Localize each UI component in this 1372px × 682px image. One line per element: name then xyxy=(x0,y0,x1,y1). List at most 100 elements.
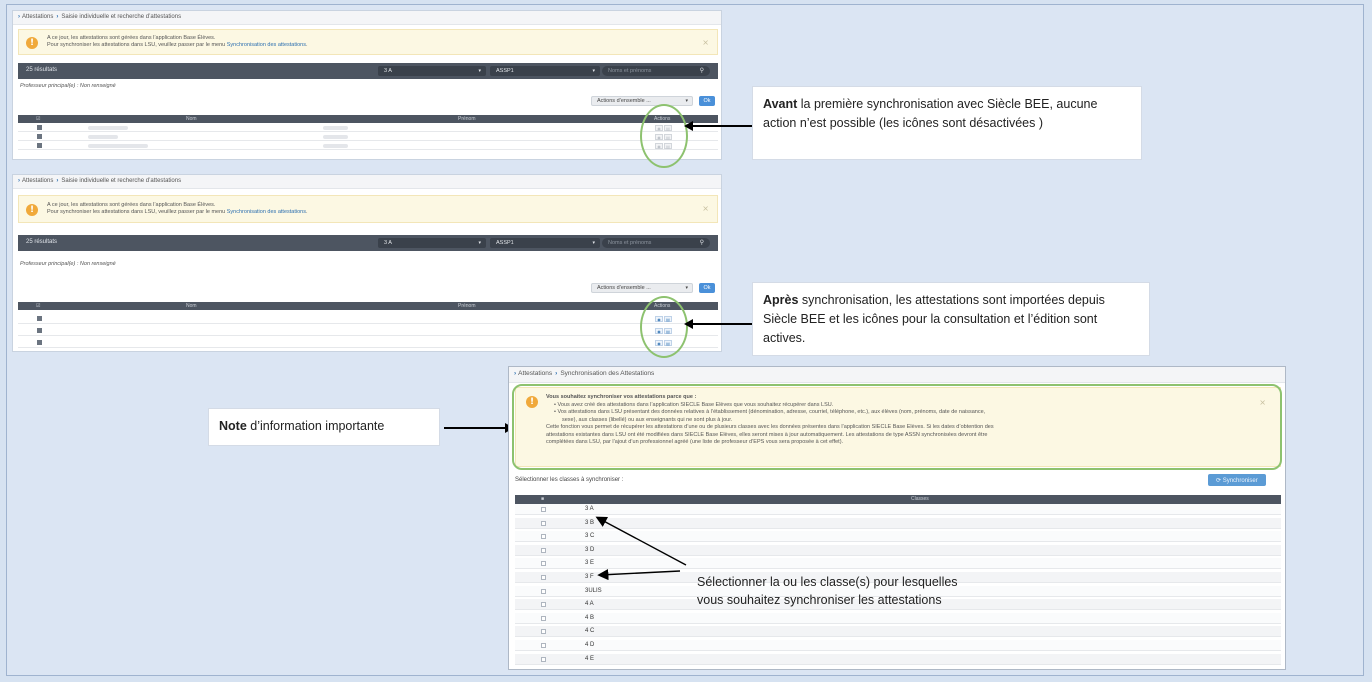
alert-line-2: Pour synchroniser les attestations dans … xyxy=(47,209,226,215)
select-all-checkbox[interactable]: ☑ xyxy=(36,303,40,309)
chevron-right-icon: › xyxy=(18,178,20,184)
class-checkbox[interactable] xyxy=(541,615,546,621)
highlight-box xyxy=(512,384,1282,470)
select-classes-label: Sélectionner les classes à synchroniser … xyxy=(515,477,624,483)
breadcrumb: › Attestations › Synchronisation des Attest… xyxy=(509,367,1285,383)
panel-sync: › Attestations › Synchronisation des Attest… xyxy=(508,366,1286,670)
table-row: ◉ ▤ xyxy=(18,124,718,132)
class-row[interactable]: 4 C xyxy=(515,626,1281,638)
arrow-line xyxy=(692,323,752,325)
breadcrumb-root[interactable]: Attestations xyxy=(22,178,53,184)
results-bar: 25 résultats 3 A ▾ ASSP1 ▾ Noms et prénoms… xyxy=(18,63,718,79)
student-firstname-redacted xyxy=(323,144,348,148)
row-checkbox[interactable] xyxy=(37,316,42,321)
col-prenom: Prénom xyxy=(458,116,476,122)
arrow-line xyxy=(692,125,752,127)
program-select[interactable]: ASSP1 ▾ xyxy=(490,66,600,76)
row-checkbox[interactable] xyxy=(37,328,42,333)
select-note: Sélectionner la ou les classe(s) pour le… xyxy=(697,575,958,607)
chevron-right-icon: › xyxy=(56,14,59,20)
table-row: ◉ ▤ xyxy=(18,337,718,348)
row-checkbox[interactable] xyxy=(37,340,42,345)
search-icon: ⚲ xyxy=(699,239,704,246)
class-row[interactable]: 3 B xyxy=(515,517,1281,529)
breadcrumb-page: Saisie individuelle et recherche d’attes… xyxy=(61,14,182,20)
class-checkbox[interactable] xyxy=(541,575,546,580)
results-count: 25 résultats xyxy=(26,67,58,73)
sync-link[interactable]: Synchronisation des attestations xyxy=(227,42,306,48)
class-row[interactable]: 4 E xyxy=(515,653,1281,665)
class-checkbox[interactable] xyxy=(541,629,546,635)
results-bar: 25 résultats 3 A ▾ ASSP1 ▾ Noms et prénoms… xyxy=(18,235,718,251)
select-all-checkbox[interactable]: ☑ xyxy=(36,116,40,122)
class-row[interactable]: 3 C xyxy=(515,531,1281,543)
classes-table-header: ■ Classes xyxy=(515,495,1281,504)
info-alert: ! A ce jour, les attestations sont gérée… xyxy=(18,195,718,223)
search-input[interactable]: Noms et prénoms ⚲ xyxy=(602,238,710,248)
note-label: Note d’information importante xyxy=(208,408,440,446)
class-checkbox[interactable] xyxy=(541,561,546,567)
class-row[interactable]: 3 E xyxy=(515,558,1281,570)
student-firstname-redacted xyxy=(323,126,348,130)
chevron-right-icon: › xyxy=(555,370,558,377)
close-icon[interactable]: × xyxy=(702,38,709,47)
row-checkbox[interactable] xyxy=(37,134,42,139)
breadcrumb-root[interactable]: Attestations xyxy=(22,14,53,20)
class-checkbox[interactable] xyxy=(541,656,546,662)
col-nom: Nom xyxy=(186,116,197,122)
alert-line-1: A ce jour, les attestations sont gérées … xyxy=(47,202,216,208)
bulk-actions-select[interactable]: Actions d’ensemble ... ▾ xyxy=(591,283,693,293)
info-icon: ! xyxy=(26,204,38,216)
breadcrumb: › Attestations › Saisie individuelle et rec… xyxy=(13,175,721,189)
program-select[interactable]: ASSP1 ▾ xyxy=(490,238,600,248)
class-checkbox[interactable] xyxy=(541,534,546,540)
ok-button[interactable]: Ok xyxy=(699,283,715,293)
class-row[interactable]: 3 D xyxy=(515,544,1281,556)
class-row[interactable]: 4 B xyxy=(515,612,1281,624)
arrow-line xyxy=(444,427,506,429)
breadcrumb-root[interactable]: Attestations xyxy=(518,370,552,377)
professor-info: Professeur principal(e) : Non renseigné xyxy=(20,261,116,267)
table-row: ◉ ▤ xyxy=(18,325,718,336)
col-nom: Nom xyxy=(186,303,197,309)
caret-down-icon: ▾ xyxy=(685,98,688,104)
class-checkbox[interactable] xyxy=(541,520,546,526)
student-name-redacted xyxy=(73,315,163,323)
table-header: ☑ Nom Prénom Actions xyxy=(18,302,718,310)
caret-down-icon: ▾ xyxy=(478,240,481,246)
chevron-right-icon: › xyxy=(18,14,20,20)
bulk-actions-select[interactable]: Actions d’ensemble ... ▾ xyxy=(591,96,693,106)
results-count: 25 résultats xyxy=(26,239,58,245)
professor-info: Professeur principal(e) : Non renseigné xyxy=(20,83,116,89)
class-row[interactable]: 4 D xyxy=(515,640,1281,651)
class-checkbox[interactable] xyxy=(541,588,546,594)
class-checkbox[interactable] xyxy=(541,547,546,553)
caret-down-icon: ▾ xyxy=(592,68,595,74)
caret-down-icon: ▾ xyxy=(592,240,595,246)
highlight-oval xyxy=(640,296,688,358)
ok-button[interactable]: Ok xyxy=(699,96,715,106)
close-icon[interactable]: × xyxy=(702,204,709,213)
student-name-redacted xyxy=(88,144,148,148)
class-checkbox[interactable] xyxy=(541,643,546,648)
breadcrumb-page: Synchronisation des Attestations xyxy=(560,370,655,377)
class-checkbox[interactable] xyxy=(541,507,546,512)
alert-line-2: Pour synchroniser les attestations dans … xyxy=(47,42,226,48)
row-checkbox[interactable] xyxy=(37,125,42,130)
class-select[interactable]: 3 A ▾ xyxy=(378,238,486,248)
class-select[interactable]: 3 A ▾ xyxy=(378,66,486,76)
alert-line-1: A ce jour, les attestations sont gérées … xyxy=(47,35,216,41)
sync-link[interactable]: Synchronisation des attestations xyxy=(227,209,306,215)
class-row[interactable]: 3 A xyxy=(515,504,1281,515)
student-firstname-redacted xyxy=(323,135,348,139)
row-checkbox[interactable] xyxy=(37,143,42,148)
chevron-right-icon: › xyxy=(514,370,517,377)
synchronize-button[interactable]: ⟳ Synchroniser xyxy=(1208,474,1266,486)
class-checkbox[interactable] xyxy=(541,602,546,608)
breadcrumb: › Attestations › Saisie individuelle et rec… xyxy=(13,11,721,25)
student-name-redacted xyxy=(88,135,118,139)
highlight-oval xyxy=(640,104,688,168)
search-input[interactable]: Noms et prénoms ⚲ xyxy=(602,66,710,76)
select-all-checkbox[interactable]: ■ xyxy=(541,496,544,502)
table-header: ☑ Nom Prénom Actions xyxy=(18,115,718,123)
